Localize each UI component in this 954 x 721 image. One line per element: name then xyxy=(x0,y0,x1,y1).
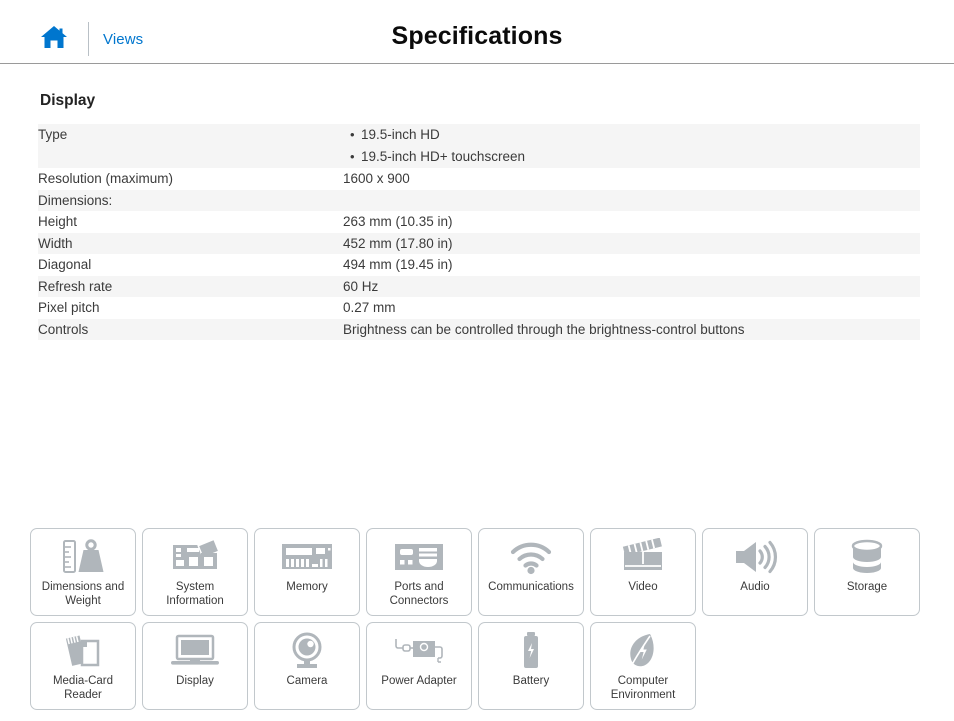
webcam-icon xyxy=(255,629,359,673)
spec-value: 494 mm (19.45 in) xyxy=(343,257,453,272)
media-card-icon xyxy=(31,629,135,673)
category-tile-grid: Dimensions and Weight System Information xyxy=(30,528,930,716)
tile-label: Video xyxy=(628,581,658,593)
tile-audio[interactable]: Audio xyxy=(702,528,808,616)
power-adapter-icon xyxy=(367,629,471,673)
tile-label: Dimensions and Weight xyxy=(41,581,125,607)
tile-communications[interactable]: Communications xyxy=(478,528,584,616)
spec-value: 452 mm (17.80 in) xyxy=(343,232,920,254)
ports-icon xyxy=(367,535,471,579)
spec-row: Resolution (maximum) 1600 x 900 xyxy=(38,168,920,190)
spec-value-bullet: 19.5-inch HD xyxy=(350,124,920,146)
spec-row: Pixel pitch 0.27 mm xyxy=(38,297,920,319)
spec-value: 0.27 mm xyxy=(343,300,396,315)
tile-label: Battery xyxy=(512,675,550,687)
tile-label: Storage xyxy=(846,581,888,593)
tile-storage[interactable]: Storage xyxy=(814,528,920,616)
tile-battery[interactable]: Battery xyxy=(478,622,584,710)
tile-ports-and-connectors[interactable]: Ports and Connectors xyxy=(366,528,472,616)
spec-key: Resolution (maximum) xyxy=(38,171,174,186)
spec-row: Type19.5-inch HD19.5-inch HD+ touchscree… xyxy=(38,124,920,168)
tile-video[interactable]: Video xyxy=(590,528,696,616)
monitor-icon xyxy=(143,629,247,673)
spec-row: Controls Brightness can be controlled thr… xyxy=(38,318,920,340)
spec-row: Diagonal 494 mm (19.45 in) xyxy=(38,254,920,276)
spec-value-bullet-list: 19.5-inch HD19.5-inch HD+ touchscreen xyxy=(343,124,920,168)
spec-value: 1600 x 900 xyxy=(343,171,410,186)
section-title: Display xyxy=(40,92,96,109)
motherboard-icon xyxy=(143,535,247,579)
tile-memory[interactable]: Memory xyxy=(254,528,360,616)
spec-row: Width 452 mm (17.80 in) xyxy=(38,232,920,254)
spec-row: Refresh rate 60 Hz xyxy=(38,275,920,297)
tile-power-adapter[interactable]: Power Adapter xyxy=(366,622,472,710)
spec-value xyxy=(343,189,920,211)
spec-value: 19.5-inch HD19.5-inch HD+ touchscreen xyxy=(343,124,920,168)
tile-label: Communications xyxy=(488,581,574,593)
tile-label: Camera xyxy=(286,675,328,687)
spec-key: Controls xyxy=(38,318,343,340)
spec-value: 263 mm (10.35 in) xyxy=(343,214,453,229)
specifications-table-body: Type19.5-inch HD19.5-inch HD+ touchscree… xyxy=(38,124,920,340)
clapperboard-icon xyxy=(591,535,695,579)
tile-label: Ports and Connectors xyxy=(389,581,449,607)
tile-label: Display xyxy=(176,675,214,687)
tile-camera[interactable]: Camera xyxy=(254,622,360,710)
spec-value: Brightness can be controlled through the… xyxy=(343,318,920,340)
tile-label: Audio xyxy=(740,581,770,593)
tile-row: Dimensions and Weight System Information xyxy=(30,528,930,616)
spec-key: Height xyxy=(38,214,78,229)
wifi-icon xyxy=(479,535,583,579)
tile-dimensions-and-weight[interactable]: Dimensions and Weight xyxy=(30,528,136,616)
spec-key: Pixel pitch xyxy=(38,300,100,315)
spec-key: Width xyxy=(38,232,343,254)
tile-row: Media-Card Reader Display Camera Power A… xyxy=(30,622,930,710)
spec-key: Dimensions: xyxy=(38,189,343,211)
tile-computer-environment[interactable]: Computer Environment xyxy=(590,622,696,710)
spec-value: 60 Hz xyxy=(343,275,920,297)
tile-label: System Information xyxy=(166,581,224,607)
leaf-icon xyxy=(591,629,695,673)
spec-row: Height 263 mm (10.35 in) xyxy=(38,211,920,233)
page-title: Specifications xyxy=(391,22,563,50)
spec-key: Type xyxy=(38,124,343,168)
speaker-icon xyxy=(703,535,807,579)
ruler-weight-icon xyxy=(31,535,135,579)
spec-key: Diagonal xyxy=(38,257,92,272)
drive-cylinder-icon xyxy=(815,535,919,579)
tile-label: Computer Environment xyxy=(610,675,676,701)
memory-module-icon xyxy=(255,535,359,579)
tile-media-card-reader[interactable]: Media-Card Reader xyxy=(30,622,136,710)
spec-value-bullet: 19.5-inch HD+ touchscreen xyxy=(350,146,920,168)
tile-system-information[interactable]: System Information xyxy=(142,528,248,616)
app-header: Views Specifications xyxy=(0,0,954,64)
spec-row: Dimensions: xyxy=(38,189,920,211)
tile-display[interactable]: Display xyxy=(142,622,248,710)
tile-label: Memory xyxy=(286,581,328,593)
tile-label: Media-Card Reader xyxy=(52,675,114,701)
specifications-table: Type19.5-inch HD19.5-inch HD+ touchscree… xyxy=(38,124,920,340)
battery-icon xyxy=(479,629,583,673)
spec-key: Refresh rate xyxy=(38,275,343,297)
tile-label: Power Adapter xyxy=(381,675,457,687)
